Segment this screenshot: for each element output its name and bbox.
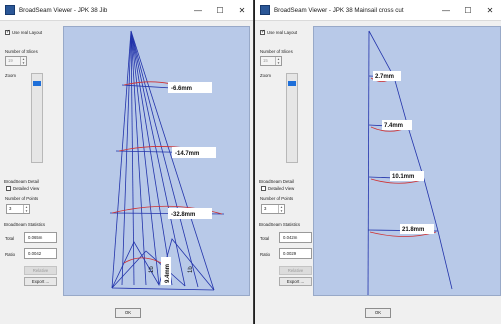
- canvas-label: 9.4mm: [165, 264, 171, 283]
- broadseam-detail-heading: BroadSeam Detail: [259, 179, 294, 184]
- zoom-slider-thumb[interactable]: [33, 81, 41, 87]
- ok-button[interactable]: OK: [365, 308, 391, 318]
- close-button[interactable]: ✕: [479, 0, 501, 20]
- ratio-value: 0.0042: [24, 248, 57, 259]
- number-of-slices-label: Number of Slices: [5, 49, 38, 54]
- export-button[interactable]: Export ...: [279, 277, 312, 286]
- canvas-label: 1b: [188, 266, 194, 273]
- number-of-slices-label: Number of Slices: [260, 49, 293, 54]
- number-of-slices-spinbox[interactable]: 19 ▲ ▼: [5, 56, 27, 66]
- detailed-view-checkbox[interactable]: [261, 186, 266, 191]
- broadseam-viewer-mainsail-window: BroadSeam Viewer - JPK 38 Mainsail cross…: [255, 0, 501, 324]
- panel-line: [130, 30, 186, 287]
- minimize-button[interactable]: —: [187, 0, 209, 20]
- jib-drawing: -6.6mm -14.7mm -32.8mm 9.4mm 1b 1b: [109, 30, 225, 291]
- canvas-label: -14.7mm: [175, 151, 199, 157]
- total-value: 0.065m: [24, 232, 57, 243]
- ratio-label: Ratio: [260, 252, 271, 257]
- minimize-button[interactable]: —: [435, 0, 457, 20]
- ok-button[interactable]: OK: [115, 308, 141, 318]
- relative-button[interactable]: Relative: [279, 266, 312, 275]
- number-of-points-value: 3: [9, 206, 12, 211]
- canvas-label: 2.7mm: [375, 74, 394, 80]
- luff-line: [367, 30, 370, 298]
- app-icon: [5, 5, 15, 15]
- leech-line: [368, 30, 453, 290]
- panel-line: [130, 30, 199, 288]
- number-of-points-spinbox[interactable]: 3 ▲ ▼: [6, 204, 30, 214]
- leech-line: [130, 30, 215, 291]
- total-value: 0.042m: [279, 232, 312, 243]
- zoom-slider[interactable]: [286, 73, 298, 163]
- number-of-slices-value: 15: [263, 58, 268, 63]
- canvas-label: 10.1mm: [392, 174, 414, 180]
- mainsail-drawing: 2.7mm 7.4mm 10.1mm 21.8mm: [367, 30, 453, 298]
- sidebar: Use real Layout Number of Slices 15 ▲▼ Z…: [255, 21, 317, 324]
- total-label: Total: [5, 236, 15, 241]
- detailed-view-label: Detailed View: [268, 186, 295, 191]
- maximize-button[interactable]: ☐: [457, 0, 479, 20]
- sail-canvas[interactable]: 2.7mm 7.4mm 10.1mm 21.8mm: [313, 26, 501, 298]
- number-of-points-value: 3: [264, 206, 267, 211]
- total-label: Total: [260, 236, 270, 241]
- canvas-label: 1b: [149, 266, 155, 273]
- title-bar[interactable]: BroadSeam Viewer - JPK 38 Mainsail cross…: [255, 0, 501, 21]
- export-button[interactable]: Export ...: [24, 277, 57, 286]
- spin-arrows-icon[interactable]: ▲ ▼: [23, 205, 29, 213]
- ratio-value: 0.0029: [279, 248, 312, 259]
- zoom-label: Zoom: [5, 73, 16, 78]
- use-real-layout-label: Use real Layout: [267, 30, 298, 35]
- canvas-label: -6.6mm: [171, 86, 192, 92]
- broadseam-statistics-heading: BroadSeam Statistics: [4, 222, 46, 227]
- app-icon: [260, 5, 270, 15]
- number-of-slices-value: 19: [8, 58, 13, 63]
- zoom-label: Zoom: [260, 73, 271, 78]
- foot-line: [111, 287, 215, 291]
- number-of-points-label: Number of Points: [260, 196, 294, 201]
- number-of-points-label: Number of Points: [5, 196, 39, 201]
- sail-canvas[interactable]: -6.6mm -14.7mm -32.8mm 9.4mm 1b 1b: [63, 26, 250, 296]
- canvas-label: 7.4mm: [384, 123, 403, 129]
- canvas-label: 21.8mm: [402, 227, 424, 233]
- spin-arrows-icon[interactable]: ▲ ▼: [278, 205, 284, 213]
- panel-line: [130, 30, 160, 286]
- relative-button[interactable]: Relative: [24, 266, 57, 275]
- sidebar: Use real Layout Number of Slices 19 ▲▼ Z…: [0, 21, 62, 324]
- broadseam-detail-heading: BroadSeam Detail: [4, 179, 39, 184]
- canvas-label: -32.8mm: [171, 212, 195, 218]
- use-real-layout-checkbox[interactable]: [260, 29, 265, 35]
- zoom-slider[interactable]: [31, 73, 43, 163]
- title-bar[interactable]: BroadSeam Viewer - JPK 38 Jib — ☐ ✕: [0, 0, 253, 21]
- detailed-view-label: Detailed View: [13, 186, 40, 191]
- panel-line: [121, 30, 132, 286]
- zoom-slider-thumb[interactable]: [288, 81, 296, 87]
- use-real-layout-label: Use real Layout: [12, 30, 43, 35]
- broadseam-statistics-heading: BroadSeam Statistics: [259, 222, 301, 227]
- spin-arrows-icon[interactable]: ▲ ▼: [275, 57, 281, 65]
- ratio-label: Ratio: [5, 252, 16, 257]
- close-button[interactable]: ✕: [231, 0, 253, 20]
- maximize-button[interactable]: ☐: [209, 0, 231, 20]
- spin-arrows-icon[interactable]: ▲ ▼: [20, 57, 26, 65]
- luff-line: [111, 30, 132, 289]
- use-real-layout-checkbox[interactable]: [5, 29, 10, 35]
- number-of-slices-spinbox[interactable]: 15 ▲ ▼: [260, 56, 282, 66]
- window-title: BroadSeam Viewer - JPK 38 Mainsail cross…: [274, 6, 404, 14]
- broadseam-viewer-jib-window: BroadSeam Viewer - JPK 38 Jib — ☐ ✕ Use …: [0, 0, 254, 324]
- detailed-view-checkbox[interactable]: [6, 186, 11, 191]
- number-of-points-spinbox[interactable]: 3 ▲ ▼: [261, 204, 285, 214]
- window-title: BroadSeam Viewer - JPK 38 Jib: [19, 6, 108, 14]
